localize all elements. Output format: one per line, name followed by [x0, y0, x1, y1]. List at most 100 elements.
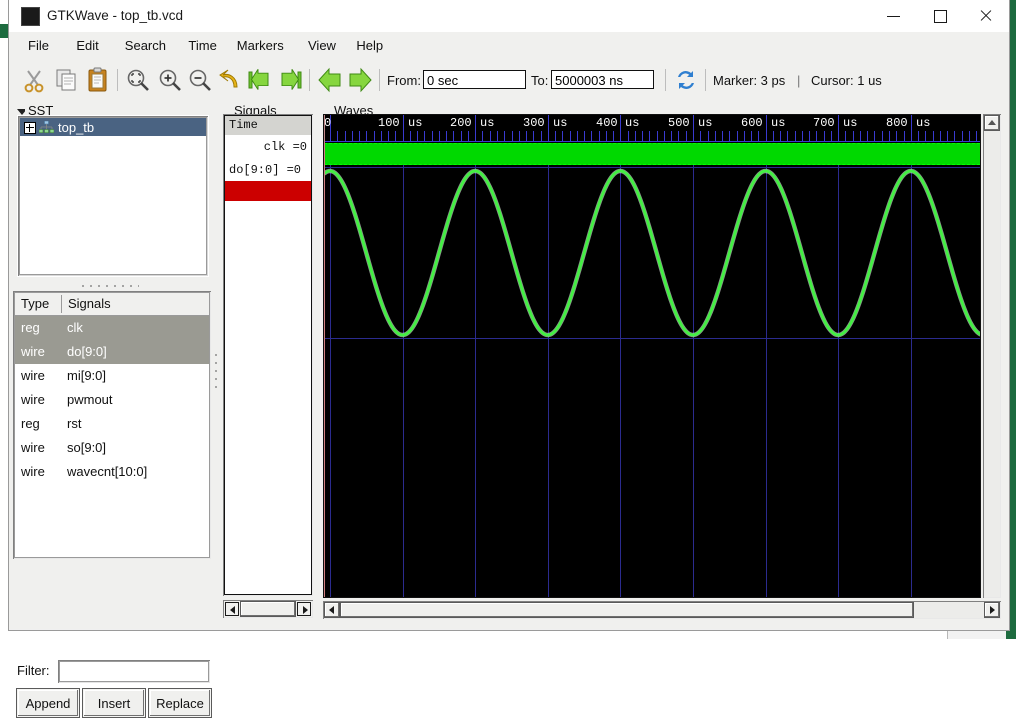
append-button[interactable]: Append — [17, 689, 79, 717]
waveform-clk[interactable] — [324, 143, 980, 165]
column-header-type[interactable]: Type — [15, 293, 61, 315]
sst-tree-item-top_tb[interactable]: top_tb — [20, 118, 206, 136]
action-button-row: Append Insert Replace — [13, 689, 211, 723]
jump-to-end-icon[interactable] — [275, 65, 305, 95]
toolbar-separator-4 — [665, 69, 666, 91]
gtkwave-icon — [21, 7, 40, 26]
column-header-signals[interactable]: Signals — [62, 293, 209, 315]
ruler-minor-tick — [555, 131, 556, 141]
signal-row-so90[interactable]: wire so[9:0] — [15, 436, 209, 460]
ruler-minor-tick — [758, 131, 759, 141]
signal-name: so[9:0] — [67, 440, 107, 455]
scroll-right-icon[interactable] — [297, 602, 311, 616]
signal-name: do[9:0] — [67, 344, 107, 359]
zoom-out-icon[interactable] — [185, 65, 215, 95]
signal-type: reg — [21, 320, 40, 335]
close-button[interactable] — [963, 0, 1009, 31]
to-input[interactable]: 5000003 ns — [551, 70, 654, 89]
menu-markers[interactable]: Markers — [230, 36, 291, 55]
undo-icon[interactable] — [215, 65, 245, 95]
back-arrow-icon[interactable] — [315, 65, 345, 95]
signals-pane-hscrollbar[interactable] — [223, 600, 313, 618]
from-input[interactable]: 0 sec — [423, 70, 526, 89]
ruler-major-tick — [693, 115, 694, 142]
zoom-in-icon[interactable] — [155, 65, 185, 95]
menu-time[interactable]: Time — [181, 36, 223, 55]
waves-box: 0 100 us 200 us 300 us 400 us 500 us 600 us 700 us 800 u… — [323, 114, 1001, 598]
menu-file[interactable]: File — [21, 36, 56, 55]
menu-search[interactable]: Search — [118, 36, 173, 55]
signals-values-box[interactable]: Time clk =0 do[9:0] =0 — [223, 114, 313, 596]
plus-icon[interactable] — [24, 122, 36, 134]
value-row-clk[interactable]: clk =0 — [225, 136, 311, 159]
ruler-minor-tick — [584, 131, 585, 141]
ruler-unit-8: us — [916, 116, 931, 130]
signal-row-mi90[interactable]: wire mi[9:0] — [15, 364, 209, 388]
ruler-minor-tick — [816, 131, 817, 141]
signal-type: wire — [21, 464, 45, 479]
ruler-minor-tick — [526, 131, 527, 141]
signal-row-wavecnt100[interactable]: wire wavecnt[10:0] — [15, 460, 209, 484]
wave-canvas[interactable]: 0 100 us 200 us 300 us 400 us 500 us 600 us 700 us 800 u… — [323, 114, 981, 598]
value-row-do[interactable]: do[9:0] =0 — [225, 159, 311, 182]
signal-list-box[interactable]: Type Signals reg clk wire do[9:0] wire mi[9:0… — [13, 291, 211, 559]
sst-tree-box[interactable]: top_tb — [17, 115, 209, 277]
maximize-button[interactable] — [917, 0, 963, 31]
wave-scroll-left-icon[interactable] — [325, 603, 339, 617]
ruler-baseline — [324, 141, 980, 142]
ruler-unit-4: us — [625, 116, 640, 130]
ruler-minor-tick — [599, 131, 600, 141]
signal-row-clk[interactable]: reg clk — [15, 316, 209, 340]
ruler-minor-tick — [468, 131, 469, 141]
reload-icon[interactable] — [671, 65, 701, 95]
signal-row-pwmout[interactable]: wire pwmout — [15, 388, 209, 412]
ruler-minor-tick — [366, 131, 367, 141]
signals-hscroll-thumb[interactable] — [241, 602, 295, 616]
signal-row-rst[interactable]: reg rst — [15, 412, 209, 436]
menu-edit[interactable]: Edit — [69, 36, 105, 55]
waveform-do-analog[interactable] — [324, 167, 980, 339]
zoom-fit-icon[interactable] — [123, 65, 153, 95]
time-ruler[interactable]: 0 100 us 200 us 300 us 400 us 500 us 600 us 700 us 800 u… — [324, 115, 980, 142]
minimize-button[interactable] — [871, 0, 917, 31]
panel-resize-grip[interactable] — [213, 351, 219, 391]
signal-type: wire — [21, 344, 45, 359]
insert-button[interactable]: Insert — [83, 689, 145, 717]
module-icon — [38, 120, 55, 134]
ruler-label-5: 500 — [668, 116, 690, 130]
signal-row-do90[interactable]: wire do[9:0] — [15, 340, 209, 364]
scroll-left-icon[interactable] — [225, 602, 239, 616]
wave-vscrollbar[interactable] — [983, 114, 1001, 598]
menu-view[interactable]: View — [301, 36, 343, 55]
menu-help[interactable]: Help — [349, 36, 390, 55]
paste-icon[interactable] — [83, 65, 113, 95]
cut-icon[interactable] — [19, 65, 49, 95]
ruler-minor-tick — [722, 131, 723, 141]
ruler-label-6: 600 — [741, 116, 763, 130]
filter-input[interactable] — [57, 659, 211, 684]
cursor-marker[interactable] — [324, 142, 325, 597]
ruler-minor-tick — [613, 131, 614, 141]
value-row-highlight[interactable] — [225, 181, 311, 201]
replace-button[interactable]: Replace — [149, 689, 211, 717]
ruler-minor-tick — [381, 131, 382, 141]
wave-scroll-right-icon[interactable] — [985, 603, 999, 617]
value-row-clk-text: clk =0 — [263, 140, 307, 154]
jump-to-start-icon[interactable] — [245, 65, 275, 95]
ruler-minor-tick — [940, 131, 941, 141]
wave-hscroll-thumb[interactable] — [341, 603, 913, 617]
copy-icon[interactable] — [51, 65, 81, 95]
ruler-minor-tick — [512, 131, 513, 141]
sst-frame: SST top_tb — [13, 103, 211, 281]
ruler-label-2: 200 — [450, 116, 472, 130]
ruler-minor-tick — [700, 131, 701, 141]
wave-hscrollbar[interactable] — [323, 601, 1001, 619]
signal-name: rst — [67, 416, 82, 431]
scroll-up-icon[interactable] — [985, 116, 999, 130]
sst-tree-label: top_tb — [58, 120, 95, 135]
sst-resize-grip[interactable] — [79, 283, 139, 289]
ruler-label-0: 0 — [324, 116, 332, 130]
ruler-minor-tick — [359, 131, 360, 141]
forward-arrow-icon[interactable] — [345, 65, 375, 95]
toolbar-separator-2 — [309, 69, 310, 91]
